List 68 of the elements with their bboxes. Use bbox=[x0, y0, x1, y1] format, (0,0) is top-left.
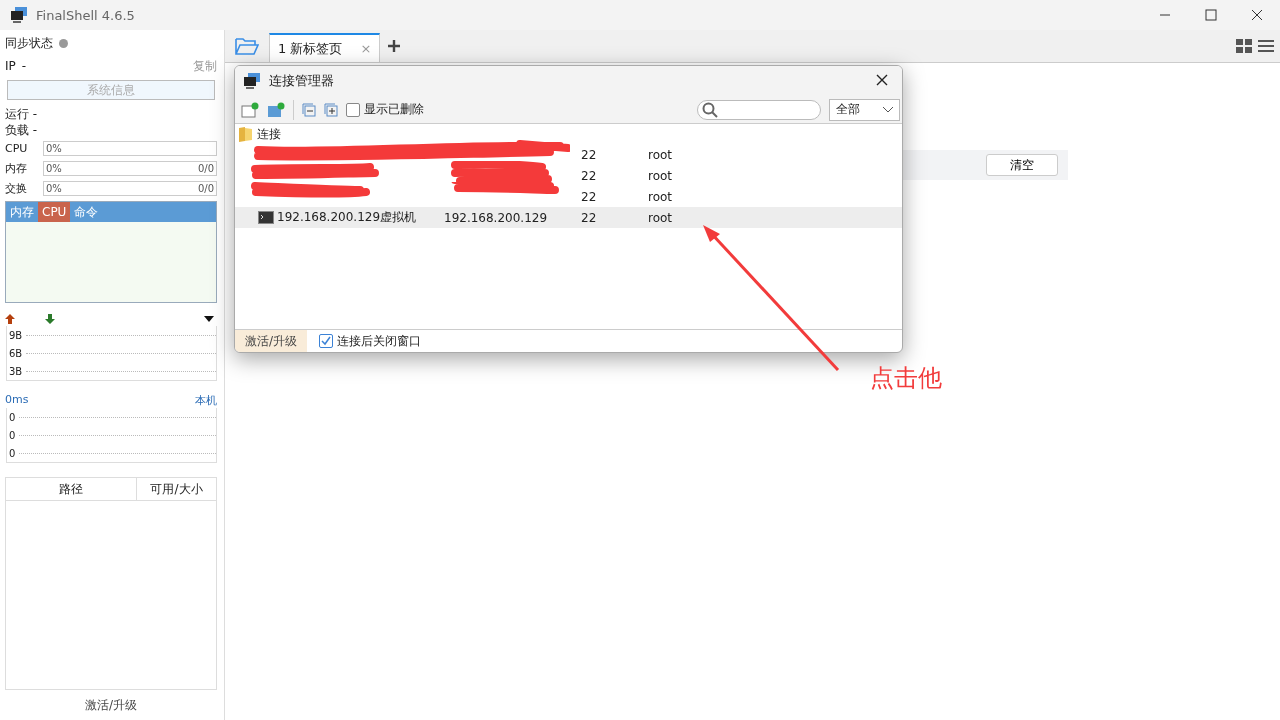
axis-label: 0 bbox=[9, 411, 16, 423]
chevron-icon bbox=[883, 106, 893, 113]
filter-dropdown[interactable]: 全部 bbox=[829, 98, 900, 121]
port-text: 22 bbox=[581, 168, 598, 183]
meter-label: 交换 bbox=[5, 180, 28, 196]
sync-status-label: 同步状态 bbox=[5, 34, 53, 52]
activate-link[interactable]: 激活/升级 bbox=[84, 696, 137, 714]
connection-row[interactable]: 22 root bbox=[235, 186, 902, 207]
expand-icon[interactable] bbox=[324, 102, 338, 117]
checkbox-label: 连接后关闭窗口 bbox=[337, 332, 422, 350]
connection-name: 192.168.200.129虚拟机 bbox=[277, 210, 417, 224]
connection-row[interactable]: 22 root bbox=[235, 144, 902, 165]
folder-icon[interactable] bbox=[235, 37, 259, 55]
upload-arrow-icon bbox=[5, 314, 15, 324]
terminal-icon bbox=[258, 211, 274, 224]
tree-folder[interactable]: 连接 bbox=[235, 124, 902, 144]
dropdown-triangle-icon[interactable] bbox=[204, 316, 214, 322]
folder-icon bbox=[239, 126, 253, 142]
usage-meter: 0% bbox=[43, 140, 217, 156]
latency-label: 0ms bbox=[5, 393, 29, 408]
dialog-title: 连接管理器 bbox=[269, 72, 334, 90]
grid-icon[interactable] bbox=[1236, 39, 1252, 53]
checkbox-label: 显示已删除 bbox=[364, 101, 424, 118]
add-tab-icon[interactable] bbox=[388, 40, 401, 52]
port-text: 22 bbox=[581, 189, 598, 204]
host-label: 本机 bbox=[195, 393, 217, 408]
column-header[interactable]: 路径 bbox=[6, 478, 137, 500]
user-text: root bbox=[648, 147, 673, 162]
axis-label: 6B bbox=[9, 347, 23, 359]
user-text: root bbox=[648, 189, 673, 204]
ip-value: - bbox=[21, 59, 27, 73]
search-field[interactable] bbox=[697, 99, 821, 120]
tab[interactable]: 1 新标签页 × bbox=[269, 33, 381, 62]
new-folder-icon[interactable] bbox=[267, 101, 285, 118]
uptime-text: 运行 - bbox=[5, 105, 38, 123]
checkbox[interactable] bbox=[319, 334, 334, 348]
load-text: 负载 - bbox=[5, 121, 38, 139]
axis-label: 3B bbox=[9, 365, 23, 377]
axis-label: 0 bbox=[9, 447, 16, 459]
user-text: root bbox=[648, 210, 673, 225]
axis-label: 0 bbox=[9, 429, 16, 441]
meter-label: 内存 bbox=[5, 160, 28, 176]
app-icon bbox=[10, 7, 28, 23]
meter-label: CPU bbox=[5, 141, 29, 155]
port-text: 22 bbox=[581, 147, 598, 162]
collapse-icon[interactable] bbox=[302, 102, 316, 117]
connection-row[interactable]: 22 root bbox=[235, 165, 902, 186]
user-text: root bbox=[648, 168, 673, 183]
new-connection-icon[interactable] bbox=[241, 101, 259, 118]
close-icon bbox=[876, 73, 888, 86]
menu-icon[interactable] bbox=[1258, 39, 1274, 53]
usage-meter: 0% 0/0 bbox=[43, 180, 217, 196]
ip-label: IP bbox=[5, 59, 16, 73]
clear-button[interactable]: 清空 bbox=[986, 154, 1058, 176]
checkbox[interactable] bbox=[346, 102, 360, 117]
axis-label: 9B bbox=[9, 329, 23, 341]
connection-row[interactable]: 192.168.200.129虚拟机 192.168.200.129 22 root bbox=[235, 207, 902, 228]
app-icon bbox=[243, 73, 261, 89]
column-header[interactable]: 可用/大小 bbox=[137, 478, 216, 500]
download-arrow-icon bbox=[45, 314, 55, 324]
search-icon bbox=[702, 101, 718, 118]
activate-button[interactable]: 激活/升级 bbox=[235, 330, 308, 352]
process-tab[interactable]: CPU bbox=[38, 202, 71, 222]
annotation-text: 点击他 bbox=[870, 363, 942, 394]
usage-meter: 0% 0/0 bbox=[43, 160, 217, 176]
window-title: FinalShell 4.6.5 bbox=[36, 7, 135, 23]
port-text: 22 bbox=[581, 210, 598, 225]
host-text: 192.168.200.129 bbox=[444, 210, 548, 225]
